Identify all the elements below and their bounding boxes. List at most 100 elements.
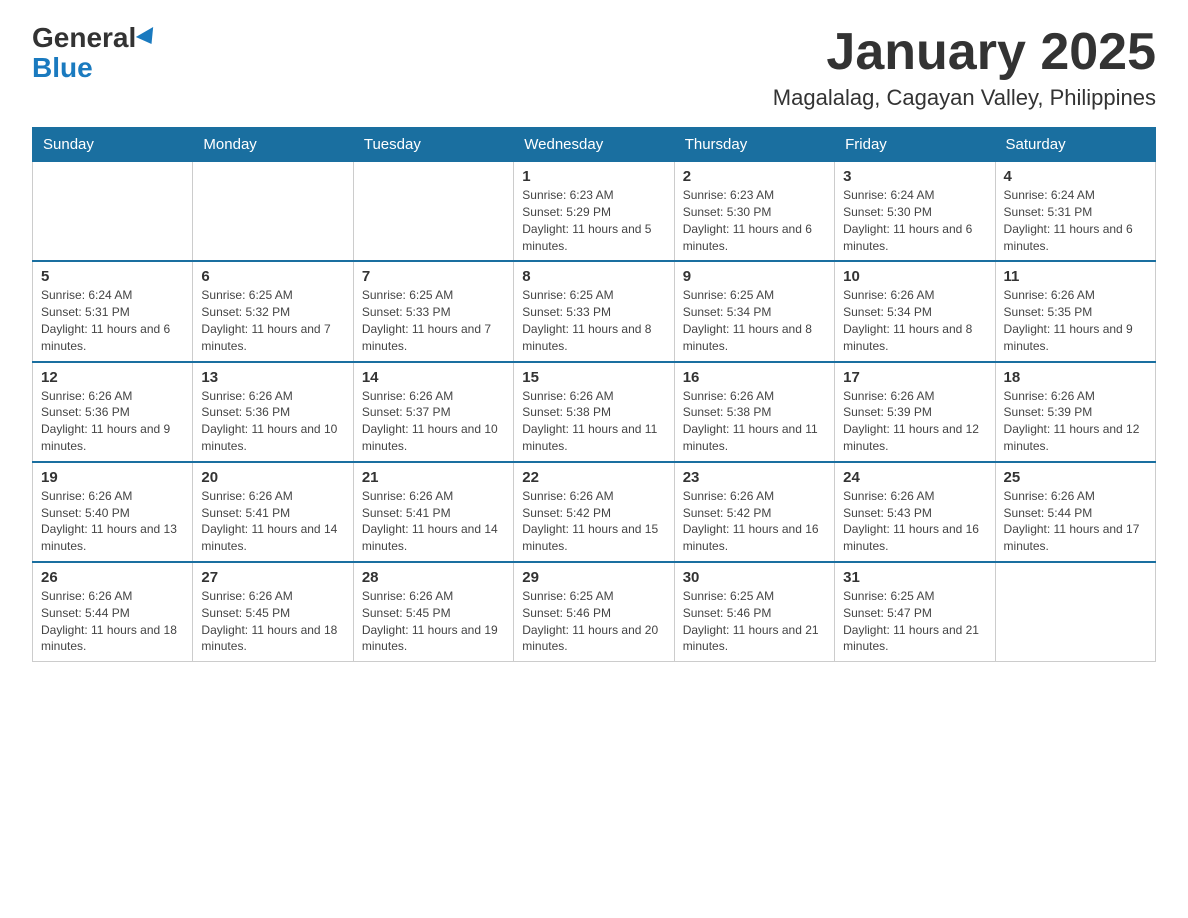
day-info: Sunrise: 6:26 AM Sunset: 5:45 PM Dayligh… bbox=[362, 588, 505, 655]
day-number: 20 bbox=[201, 469, 344, 486]
day-info: Sunrise: 6:26 AM Sunset: 5:44 PM Dayligh… bbox=[41, 588, 184, 655]
day-number: 22 bbox=[522, 469, 665, 486]
day-cell: 8 Sunrise: 6:25 AM Sunset: 5:33 PM Daylig… bbox=[514, 261, 674, 361]
day-number: 24 bbox=[843, 469, 986, 486]
day-info: Sunrise: 6:24 AM Sunset: 5:31 PM Dayligh… bbox=[1004, 187, 1147, 254]
day-info: Sunrise: 6:25 AM Sunset: 5:32 PM Dayligh… bbox=[201, 287, 344, 354]
logo: General Blue bbox=[32, 24, 160, 84]
day-info: Sunrise: 6:26 AM Sunset: 5:34 PM Dayligh… bbox=[843, 287, 986, 354]
logo-arrow-icon bbox=[136, 27, 160, 49]
day-number: 28 bbox=[362, 569, 505, 586]
day-cell: 6 Sunrise: 6:25 AM Sunset: 5:32 PM Daylig… bbox=[193, 261, 353, 361]
week-row-4: 19 Sunrise: 6:26 AM Sunset: 5:40 PM Dayli… bbox=[33, 462, 1156, 562]
day-number: 27 bbox=[201, 569, 344, 586]
day-info: Sunrise: 6:26 AM Sunset: 5:37 PM Dayligh… bbox=[362, 388, 505, 455]
day-number: 6 bbox=[201, 268, 344, 285]
day-number: 31 bbox=[843, 569, 986, 586]
header-saturday: Saturday bbox=[995, 128, 1155, 162]
day-number: 5 bbox=[41, 268, 184, 285]
day-info: Sunrise: 6:23 AM Sunset: 5:30 PM Dayligh… bbox=[683, 187, 826, 254]
week-row-1: 1Sunrise: 6:23 AM Sunset: 5:29 PM Daylig… bbox=[33, 162, 1156, 262]
day-number: 9 bbox=[683, 268, 826, 285]
day-info: Sunrise: 6:26 AM Sunset: 5:41 PM Dayligh… bbox=[201, 488, 344, 555]
day-number: 12 bbox=[41, 369, 184, 386]
day-cell: 24 Sunrise: 6:26 AM Sunset: 5:43 PM Dayli… bbox=[835, 462, 995, 562]
day-info: Sunrise: 6:23 AM Sunset: 5:29 PM Dayligh… bbox=[522, 187, 665, 254]
day-number: 29 bbox=[522, 569, 665, 586]
day-info: Sunrise: 6:25 AM Sunset: 5:46 PM Dayligh… bbox=[522, 588, 665, 655]
day-info: Sunrise: 6:26 AM Sunset: 5:42 PM Dayligh… bbox=[522, 488, 665, 555]
day-cell: 21 Sunrise: 6:26 AM Sunset: 5:41 PM Dayli… bbox=[353, 462, 513, 562]
day-number: 3 bbox=[843, 168, 986, 185]
day-cell: 31Sunrise: 6:25 AM Sunset: 5:47 PM Dayli… bbox=[835, 562, 995, 662]
day-info: Sunrise: 6:26 AM Sunset: 5:39 PM Dayligh… bbox=[1004, 388, 1147, 455]
calendar-title: January 2025 bbox=[773, 24, 1156, 81]
day-cell: 20 Sunrise: 6:26 AM Sunset: 5:41 PM Dayli… bbox=[193, 462, 353, 562]
day-cell: 15 Sunrise: 6:26 AM Sunset: 5:38 PM Dayli… bbox=[514, 362, 674, 462]
day-number: 19 bbox=[41, 469, 184, 486]
day-info: Sunrise: 6:25 AM Sunset: 5:34 PM Dayligh… bbox=[683, 287, 826, 354]
day-number: 14 bbox=[362, 369, 505, 386]
week-row-2: 5Sunrise: 6:24 AM Sunset: 5:31 PM Daylig… bbox=[33, 261, 1156, 361]
day-number: 7 bbox=[362, 268, 505, 285]
day-number: 30 bbox=[683, 569, 826, 586]
day-info: Sunrise: 6:24 AM Sunset: 5:30 PM Dayligh… bbox=[843, 187, 986, 254]
day-info: Sunrise: 6:26 AM Sunset: 5:39 PM Dayligh… bbox=[843, 388, 986, 455]
day-cell: 10Sunrise: 6:26 AM Sunset: 5:34 PM Dayli… bbox=[835, 261, 995, 361]
day-number: 23 bbox=[683, 469, 826, 486]
day-cell: 16Sunrise: 6:26 AM Sunset: 5:38 PM Dayli… bbox=[674, 362, 834, 462]
header-monday: Monday bbox=[193, 128, 353, 162]
day-info: Sunrise: 6:26 AM Sunset: 5:43 PM Dayligh… bbox=[843, 488, 986, 555]
day-number: 16 bbox=[683, 369, 826, 386]
day-info: Sunrise: 6:26 AM Sunset: 5:45 PM Dayligh… bbox=[201, 588, 344, 655]
day-number: 26 bbox=[41, 569, 184, 586]
page-header: General Blue January 2025 Magalalag, Cag… bbox=[32, 24, 1156, 111]
day-number: 11 bbox=[1004, 268, 1147, 285]
day-number: 8 bbox=[522, 268, 665, 285]
day-cell: 27 Sunrise: 6:26 AM Sunset: 5:45 PM Dayli… bbox=[193, 562, 353, 662]
day-cell bbox=[193, 162, 353, 262]
day-info: Sunrise: 6:26 AM Sunset: 5:44 PM Dayligh… bbox=[1004, 488, 1147, 555]
day-number: 15 bbox=[522, 369, 665, 386]
title-block: January 2025 Magalalag, Cagayan Valley, … bbox=[773, 24, 1156, 111]
day-cell: 5Sunrise: 6:24 AM Sunset: 5:31 PM Daylig… bbox=[33, 261, 193, 361]
day-cell: 30Sunrise: 6:25 AM Sunset: 5:46 PM Dayli… bbox=[674, 562, 834, 662]
day-cell: 4Sunrise: 6:24 AM Sunset: 5:31 PM Daylig… bbox=[995, 162, 1155, 262]
header-thursday: Thursday bbox=[674, 128, 834, 162]
day-cell bbox=[995, 562, 1155, 662]
day-number: 18 bbox=[1004, 369, 1147, 386]
day-info: Sunrise: 6:26 AM Sunset: 5:36 PM Dayligh… bbox=[41, 388, 184, 455]
header-wednesday: Wednesday bbox=[514, 128, 674, 162]
day-cell: 28 Sunrise: 6:26 AM Sunset: 5:45 PM Dayli… bbox=[353, 562, 513, 662]
calendar-table: SundayMondayTuesdayWednesdayThursdayFrid… bbox=[32, 127, 1156, 662]
day-number: 17 bbox=[843, 369, 986, 386]
day-cell: 13 Sunrise: 6:26 AM Sunset: 5:36 PM Dayli… bbox=[193, 362, 353, 462]
day-info: Sunrise: 6:25 AM Sunset: 5:33 PM Dayligh… bbox=[362, 287, 505, 354]
day-info: Sunrise: 6:26 AM Sunset: 5:38 PM Dayligh… bbox=[522, 388, 665, 455]
day-cell: 2 Sunrise: 6:23 AM Sunset: 5:30 PM Daylig… bbox=[674, 162, 834, 262]
day-cell: 12 Sunrise: 6:26 AM Sunset: 5:36 PM Dayli… bbox=[33, 362, 193, 462]
week-row-3: 12 Sunrise: 6:26 AM Sunset: 5:36 PM Dayli… bbox=[33, 362, 1156, 462]
day-cell: 29 Sunrise: 6:25 AM Sunset: 5:46 PM Dayli… bbox=[514, 562, 674, 662]
day-info: Sunrise: 6:26 AM Sunset: 5:42 PM Dayligh… bbox=[683, 488, 826, 555]
calendar-header-row: SundayMondayTuesdayWednesdayThursdayFrid… bbox=[33, 128, 1156, 162]
day-cell bbox=[353, 162, 513, 262]
day-info: Sunrise: 6:25 AM Sunset: 5:33 PM Dayligh… bbox=[522, 287, 665, 354]
day-cell: 7 Sunrise: 6:25 AM Sunset: 5:33 PM Daylig… bbox=[353, 261, 513, 361]
day-number: 25 bbox=[1004, 469, 1147, 486]
day-cell bbox=[33, 162, 193, 262]
day-info: Sunrise: 6:26 AM Sunset: 5:40 PM Dayligh… bbox=[41, 488, 184, 555]
day-cell: 23 Sunrise: 6:26 AM Sunset: 5:42 PM Dayli… bbox=[674, 462, 834, 562]
day-cell: 11Sunrise: 6:26 AM Sunset: 5:35 PM Dayli… bbox=[995, 261, 1155, 361]
day-cell: 19 Sunrise: 6:26 AM Sunset: 5:40 PM Dayli… bbox=[33, 462, 193, 562]
day-info: Sunrise: 6:26 AM Sunset: 5:36 PM Dayligh… bbox=[201, 388, 344, 455]
header-friday: Friday bbox=[835, 128, 995, 162]
week-row-5: 26 Sunrise: 6:26 AM Sunset: 5:44 PM Dayli… bbox=[33, 562, 1156, 662]
day-cell: 17 Sunrise: 6:26 AM Sunset: 5:39 PM Dayli… bbox=[835, 362, 995, 462]
day-number: 13 bbox=[201, 369, 344, 386]
day-cell: 14 Sunrise: 6:26 AM Sunset: 5:37 PM Dayli… bbox=[353, 362, 513, 462]
day-number: 21 bbox=[362, 469, 505, 486]
day-info: Sunrise: 6:26 AM Sunset: 5:41 PM Dayligh… bbox=[362, 488, 505, 555]
day-number: 2 bbox=[683, 168, 826, 185]
day-cell: 18 Sunrise: 6:26 AM Sunset: 5:39 PM Dayli… bbox=[995, 362, 1155, 462]
